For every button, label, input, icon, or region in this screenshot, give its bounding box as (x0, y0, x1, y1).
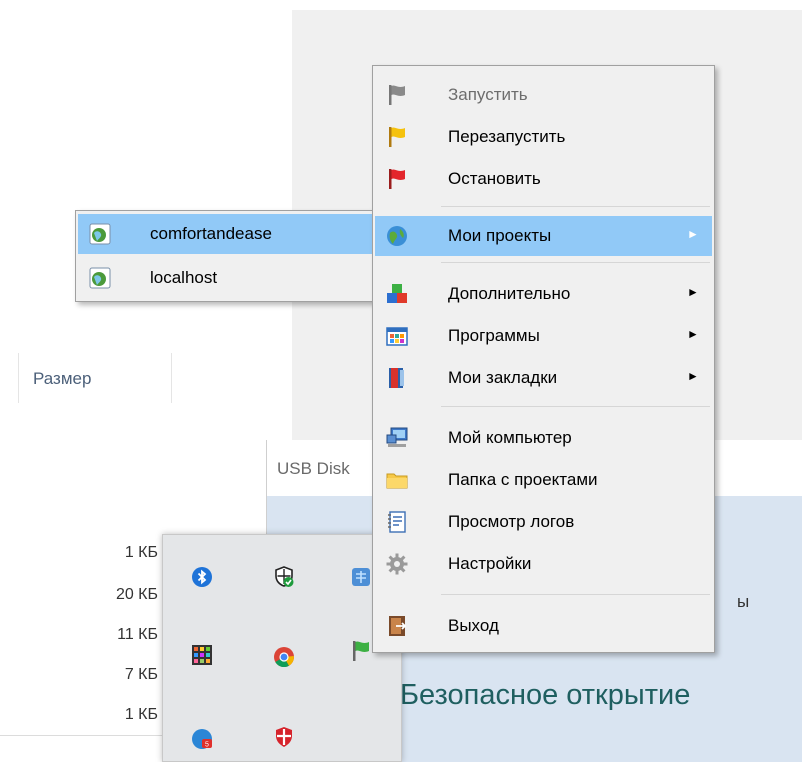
desktop-screen: Размер 1 КБ 20 КБ 11 КБ 7 КБ 1 КБ USB Di… (0, 0, 802, 762)
menu-separator (441, 594, 710, 595)
notification-app-icon[interactable]: 5 (190, 727, 214, 751)
blocks-icon (385, 282, 409, 306)
menu-separator (441, 262, 710, 263)
file-size-2: 20 КБ (115, 586, 158, 603)
project-label: localhost (150, 268, 218, 287)
site-globe-icon (88, 222, 112, 246)
color-grid-app-icon[interactable] (190, 643, 214, 667)
project-label: comfortandease (150, 224, 272, 243)
usb-dialog-partial-text: ы (737, 592, 750, 611)
column-header-size-label: Размер (33, 369, 92, 388)
bluetooth-icon[interactable] (190, 565, 214, 589)
menu-item-label: Остановить (448, 169, 541, 188)
bookmarks-icon (385, 366, 409, 390)
notepad-icon (385, 510, 409, 534)
menu-item-label: Перезапустить (448, 127, 566, 146)
shield-app-icon[interactable] (272, 725, 296, 749)
file-size-4: 7 КБ (124, 666, 158, 683)
menu-item-label: Настройки (448, 554, 532, 573)
menu-item-label: Мой компьютер (448, 428, 572, 447)
submenu-arrow-icon: ► (687, 227, 699, 241)
exit-door-icon (385, 614, 409, 638)
submenu-arrow-icon: ► (687, 285, 699, 299)
menu-item-start[interactable]: Запустить (375, 75, 712, 115)
yellow-flag-icon (385, 125, 409, 149)
chrome-icon[interactable] (272, 645, 296, 669)
menu-item-label: Выход (448, 616, 499, 635)
project-item-localhost[interactable]: localhost (78, 258, 372, 298)
menu-item-settings[interactable]: Настройки (375, 544, 712, 584)
menu-item-label: Программы (448, 326, 540, 345)
menu-item-restart[interactable]: Перезапустить (375, 117, 712, 157)
gray-flag-icon (385, 83, 409, 107)
red-flag-icon (385, 167, 409, 191)
column-header-size[interactable]: Размер (18, 353, 172, 403)
menu-item-my-projects[interactable]: Мои проекты ► (375, 216, 712, 256)
safe-open-label[interactable]: Безопасное открытие (400, 679, 690, 712)
menu-separator (441, 406, 710, 407)
tray-overflow-panel: 5 (162, 534, 402, 762)
context-menu: Запустить Перезапустить Остановить Мои п… (372, 65, 715, 653)
divider (0, 735, 170, 736)
submenu-arrow-icon: ► (687, 369, 699, 383)
menu-item-my-computer[interactable]: Мой компьютер (375, 418, 712, 458)
menu-item-additional[interactable]: Дополнительно ► (375, 274, 712, 314)
menu-item-label: Мои закладки (448, 368, 558, 387)
folder-icon (385, 468, 409, 492)
project-item-comfortandease[interactable]: comfortandease (78, 214, 372, 254)
menu-item-programs[interactable]: Программы ► (375, 316, 712, 356)
green-flag-icon[interactable] (349, 639, 373, 663)
submenu-arrow-icon: ► (687, 327, 699, 341)
globe-icon (385, 224, 409, 248)
projects-submenu: comfortandease localhost (75, 210, 375, 302)
gear-icon (385, 552, 409, 576)
menu-item-view-logs[interactable]: Просмотр логов (375, 502, 712, 542)
svg-text:5: 5 (205, 742, 209, 749)
network-app-icon[interactable] (349, 565, 373, 589)
programs-grid-icon (385, 324, 409, 348)
file-size-5: 1 КБ (124, 706, 158, 723)
menu-item-label: Папка с проектами (448, 470, 598, 489)
file-size-1: 1 КБ (124, 544, 158, 561)
menu-item-label: Мои проекты (448, 226, 552, 245)
menu-item-label: Запустить (448, 85, 528, 104)
computer-icon (385, 426, 409, 450)
site-globe-icon (88, 266, 112, 290)
menu-item-bookmarks[interactable]: Мои закладки ► (375, 358, 712, 398)
menu-item-projects-folder[interactable]: Папка с проектами (375, 460, 712, 500)
menu-item-label: Просмотр логов (448, 512, 575, 531)
file-size-3: 11 КБ (117, 626, 158, 643)
menu-item-stop[interactable]: Остановить (375, 159, 712, 199)
windows-security-icon[interactable] (272, 565, 296, 589)
menu-separator (441, 206, 710, 207)
menu-item-label: Дополнительно (448, 284, 571, 303)
usb-dialog-title: USB Disk (277, 459, 350, 478)
menu-item-exit[interactable]: Выход (375, 606, 712, 646)
